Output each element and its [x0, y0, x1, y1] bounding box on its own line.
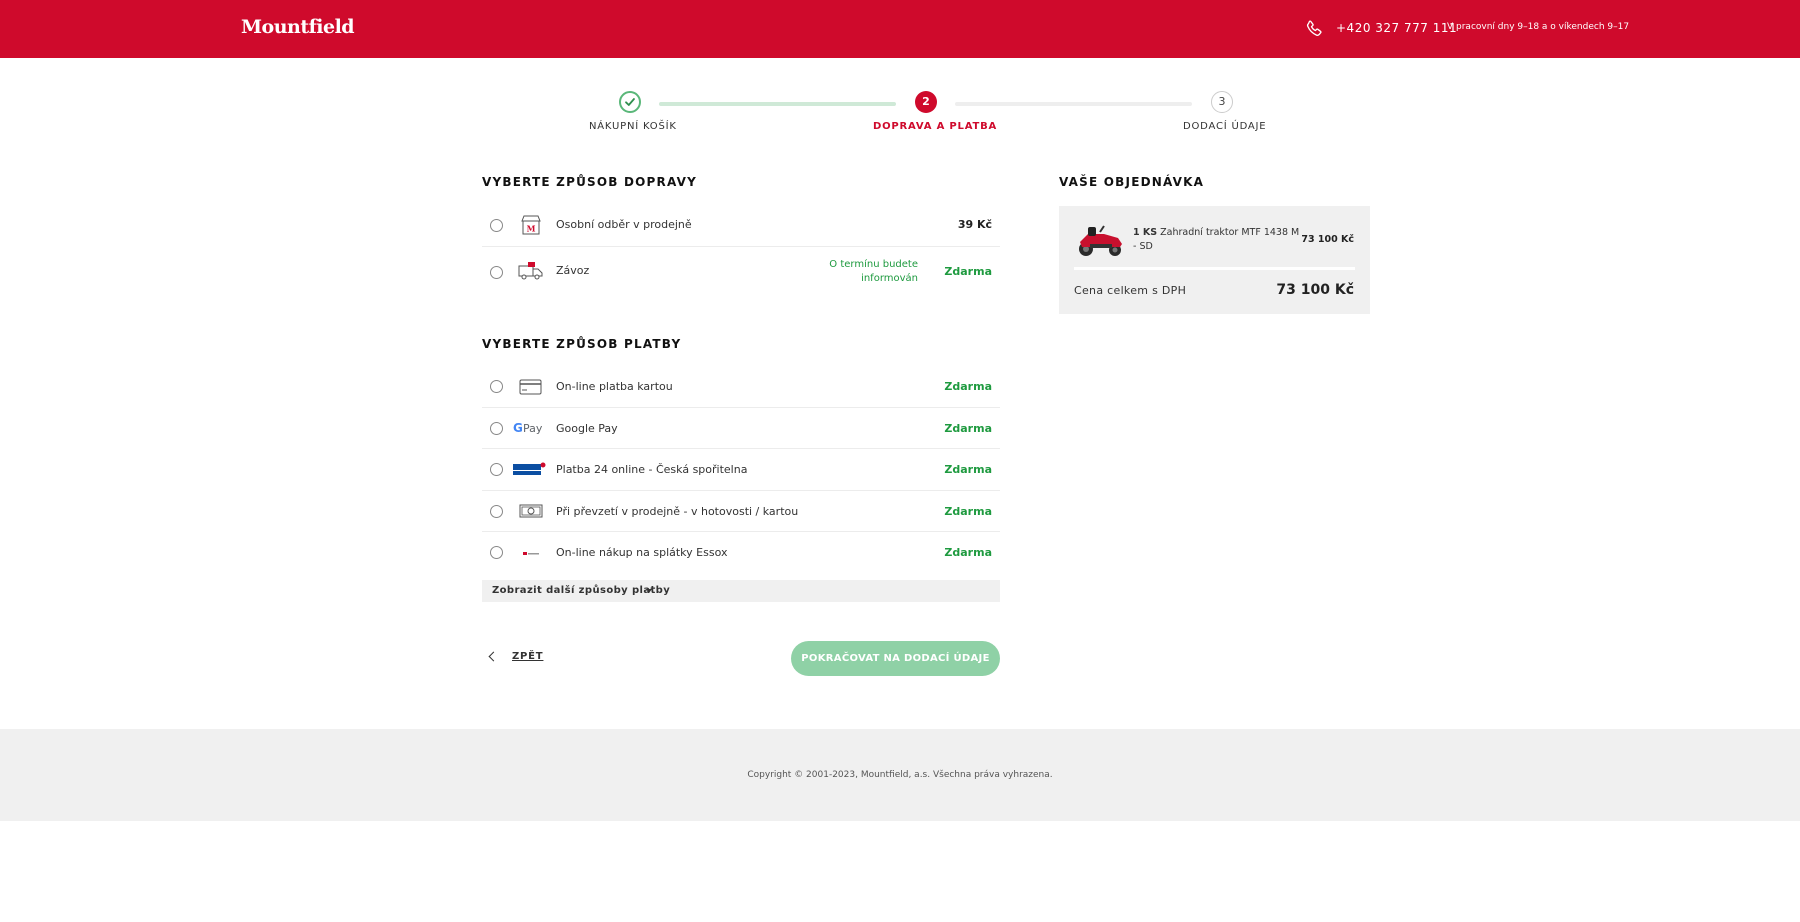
shipping-label-delivery: Závoz	[556, 264, 590, 277]
essox-icon	[523, 552, 539, 555]
order-item-description: 1 KS Zahradní traktor MTF 1438 M - SD	[1133, 226, 1303, 254]
phone-number[interactable]: +420 327 777 111	[1336, 21, 1457, 35]
shipping-label-store-pickup: Osobní odběr v prodejně	[556, 218, 692, 231]
svg-text:G: G	[513, 421, 523, 435]
radio-store-pickup[interactable]	[490, 219, 503, 232]
payment-price-essox: Zdarma	[944, 546, 992, 559]
payment-section-title: VYBERTE ZPŮSOB PLATBY	[482, 337, 682, 351]
order-summary: 1 KS Zahradní traktor MTF 1438 M - SD 73…	[1059, 206, 1370, 314]
payment-option-cash[interactable]: Při převzetí v prodejně - v hotovosti / …	[482, 491, 1000, 532]
site-footer: Copyright © 2001-2023, Mountfield, a.s. …	[0, 729, 1800, 821]
order-section-title: VAŠE OBJEDNÁVKA	[1059, 175, 1205, 189]
payment-label-cash: Při převzetí v prodejně - v hotovosti / …	[556, 505, 799, 518]
site-header: Mountfield +420 327 777 111 V pracovní d…	[0, 0, 1800, 58]
opening-hours: V pracovní dny 9–18 a o víkendech 9–17	[1447, 22, 1630, 32]
shipping-price-delivery: Zdarma	[944, 265, 992, 278]
step-2-active: 2	[915, 91, 937, 113]
step-label-shipping-payment: DOPRAVA A PLATBA	[873, 121, 998, 132]
show-more-payments-button[interactable]: Zobrazit další způsoby platby	[482, 580, 1000, 602]
radio-essox[interactable]	[490, 546, 503, 559]
step-label-cart[interactable]: NÁKUPNÍ KOŠÍK	[589, 121, 677, 132]
payment-option-google-pay[interactable]: G Pay Google Pay Zdarma	[482, 408, 1000, 449]
check-icon	[625, 98, 635, 106]
delivery-note-line-2: informován	[861, 273, 918, 284]
continue-to-delivery-button[interactable]: POKRAČOVAT NA DODACÍ ÚDAJE	[791, 641, 1000, 676]
payment-label-card: On-line platba kartou	[556, 380, 673, 393]
delivery-note: O termínu budete informován	[829, 258, 918, 286]
payment-label-ceska-sporitelna: Platba 24 online - Česká spořitelna	[556, 463, 748, 476]
payment-label-google-pay: Google Pay	[556, 422, 618, 435]
order-item-name[interactable]: Zahradní traktor MTF 1438 M - SD	[1133, 227, 1299, 252]
payment-price-ceska-sporitelna: Zdarma	[944, 463, 992, 476]
shipping-section-title: VYBERTE ZPŮSOB DOPRAVY	[482, 175, 698, 189]
delivery-truck-icon	[518, 262, 543, 280]
delivery-note-line-1: O termínu budete	[829, 259, 918, 270]
radio-cash[interactable]	[490, 505, 503, 518]
chevron-left-icon	[488, 651, 499, 662]
shipping-option-delivery[interactable]: Závoz O termínu budete informován Zdarma	[482, 247, 1000, 295]
payment-price-cash: Zdarma	[944, 505, 992, 518]
step-1-done[interactable]	[619, 91, 641, 113]
step-label-delivery-details: DODACÍ ÚDAJE	[1183, 121, 1267, 132]
order-total-value: 73 100 Kč	[1276, 282, 1354, 298]
step-3-pending: 3	[1211, 91, 1233, 113]
store-icon: M	[521, 215, 541, 235]
svg-text:M: M	[527, 224, 536, 234]
copyright-text: Copyright © 2001-2023, Mountfield, a.s. …	[747, 770, 1053, 780]
radio-card[interactable]	[490, 380, 503, 393]
radio-delivery[interactable]	[490, 266, 503, 279]
shipping-price-store-pickup: 39 Kč	[957, 218, 992, 231]
mountfield-logo[interactable]: Mountfield	[241, 16, 355, 38]
google-pay-icon: G Pay	[513, 421, 543, 435]
shipping-option-store-pickup[interactable]: M Osobní odběr v prodejně 39 Kč	[482, 204, 1000, 247]
svg-text:Pay: Pay	[523, 422, 543, 435]
order-item-price: 73 100 Kč	[1301, 234, 1354, 245]
order-total-label: Cena celkem s DPH	[1074, 284, 1187, 297]
show-more-payments-label: Zobrazit další způsoby platby	[492, 585, 671, 596]
stepper-line-completed	[659, 102, 896, 106]
caret-down-icon	[646, 589, 652, 593]
radio-google-pay[interactable]	[490, 422, 503, 435]
credit-card-icon	[519, 379, 542, 395]
payment-option-essox[interactable]: On-line nákup na splátky Essox Zdarma	[482, 532, 1000, 574]
back-link-label: ZPĚT	[512, 651, 544, 662]
phone-icon	[1306, 20, 1322, 36]
payment-price-card: Zdarma	[944, 380, 992, 393]
ceska-sporitelna-icon	[513, 462, 546, 475]
order-divider	[1074, 267, 1355, 270]
payment-label-essox: On-line nákup na splátky Essox	[556, 546, 728, 559]
payment-option-ceska-sporitelna[interactable]: Platba 24 online - Česká spořitelna Zdar…	[482, 449, 1000, 491]
stepper-line-pending	[955, 102, 1192, 106]
payment-option-card[interactable]: On-line platba kartou Zdarma	[482, 366, 1000, 408]
payment-price-google-pay: Zdarma	[944, 422, 992, 435]
order-item-qty: 1 KS	[1133, 227, 1158, 238]
cash-icon	[519, 504, 543, 518]
radio-ceska-sporitelna[interactable]	[490, 463, 503, 476]
product-image-tractor[interactable]	[1074, 220, 1126, 258]
